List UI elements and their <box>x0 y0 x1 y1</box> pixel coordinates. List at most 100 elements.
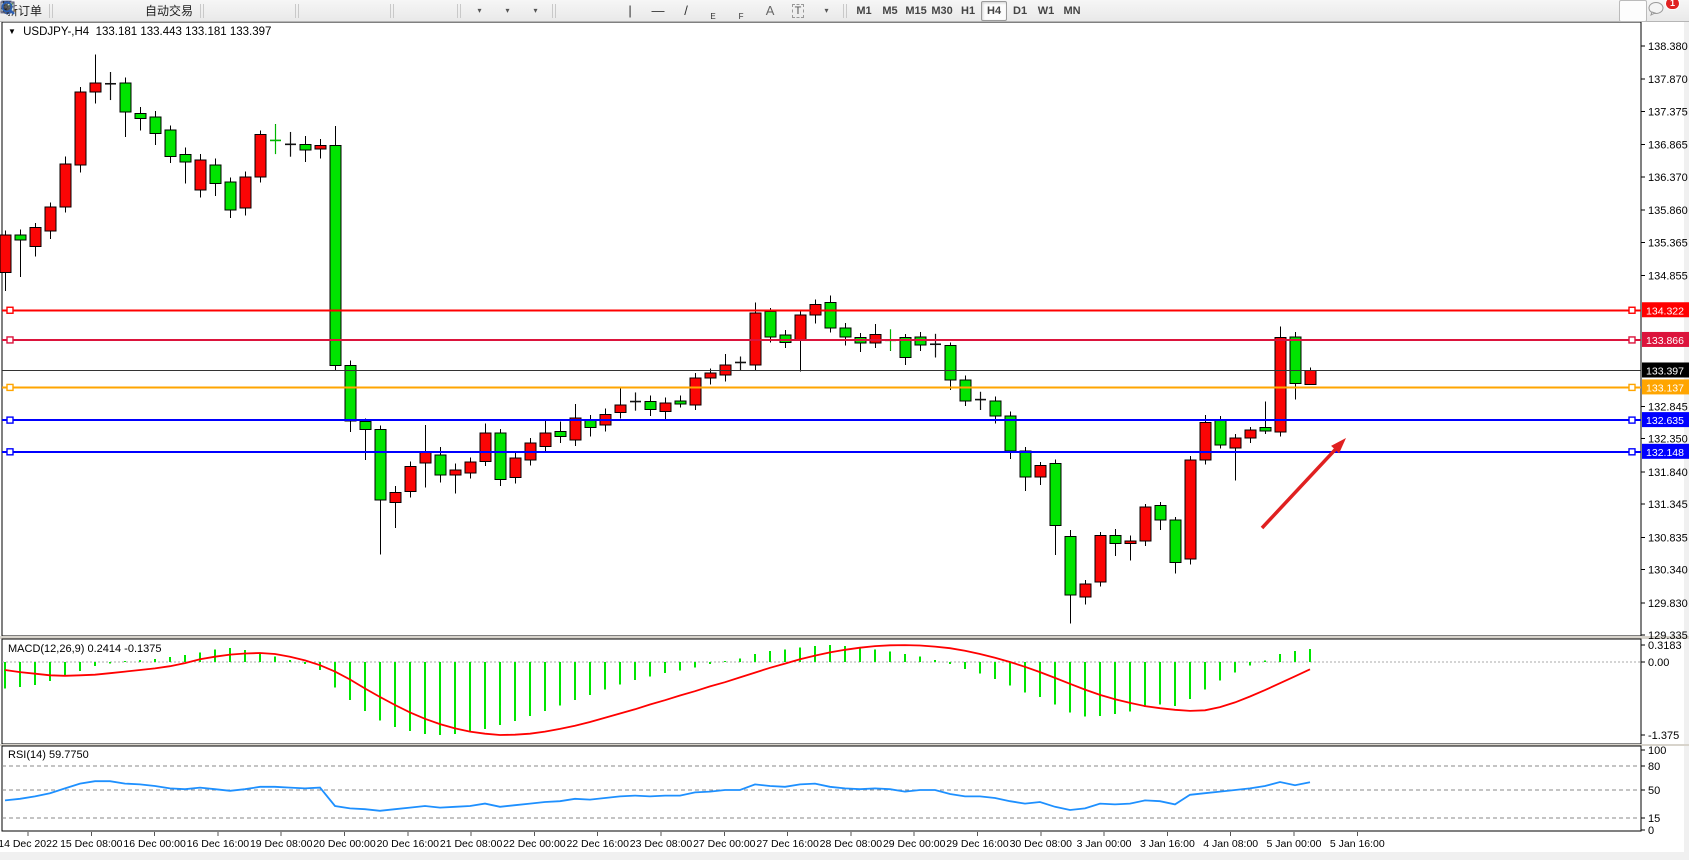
svg-text:3 Jan 00:00: 3 Jan 00:00 <box>1077 838 1132 850</box>
line-handle <box>1629 417 1635 423</box>
svg-text:29 Dec 00:00: 29 Dec 00:00 <box>883 838 946 850</box>
toolbar-grip <box>843 4 848 18</box>
dropdown-caret: ▾ <box>825 6 829 15</box>
fibonacci-tool-button[interactable]: F <box>728 0 756 22</box>
search-icon <box>0 0 16 16</box>
svg-text:138.380: 138.380 <box>1648 41 1688 53</box>
line-handle <box>7 384 13 390</box>
quotes-button[interactable] <box>57 0 85 22</box>
dropdown-caret: ▾ <box>506 6 510 15</box>
svg-text:-1.375: -1.375 <box>1648 730 1679 742</box>
tf-m1-button[interactable]: M1 <box>851 1 877 21</box>
collapse-triangle-icon[interactable]: ▼ <box>8 27 16 36</box>
rsi-name: RSI(14) <box>8 749 46 761</box>
toolbar-grip <box>200 4 205 18</box>
rsi-value: 59.7750 <box>49 749 89 761</box>
svg-text:133.137: 133.137 <box>1646 382 1684 394</box>
cursor-tool-button[interactable] <box>560 0 588 22</box>
toolbar: 新订单 自动交易 <box>0 0 1689 22</box>
notification-badge: 1 <box>1665 0 1680 10</box>
dropdown-caret: ▾ <box>534 6 538 15</box>
line-handle <box>1629 337 1635 343</box>
chat-button[interactable]: 1 <box>1647 0 1675 22</box>
tf-w1-button[interactable]: W1 <box>1033 1 1059 21</box>
tf-m5-button[interactable]: M5 <box>877 1 903 21</box>
tf-d1-button[interactable]: D1 <box>1007 1 1033 21</box>
svg-text:131.345: 131.345 <box>1648 499 1688 511</box>
line-chart-button[interactable] <box>264 0 292 22</box>
svg-text:22 Dec 16:00: 22 Dec 16:00 <box>566 838 629 850</box>
svg-text:5 Jan 16:00: 5 Jan 16:00 <box>1330 838 1385 850</box>
channel-letter: E <box>710 12 715 21</box>
svg-text:130.835: 130.835 <box>1648 532 1688 544</box>
signals-button[interactable] <box>113 0 141 22</box>
symbol-title: USDJPY-,H4 <box>23 26 89 38</box>
zoom-out-button[interactable] <box>331 0 359 22</box>
text-tool-button[interactable]: A <box>756 0 784 22</box>
tile-windows-button[interactable] <box>359 0 387 22</box>
tf-h1-button[interactable]: H1 <box>955 1 981 21</box>
toolbar-grip <box>295 4 300 18</box>
vline-tool-button[interactable]: | <box>616 0 644 22</box>
crosshair-tool-button[interactable] <box>588 0 616 22</box>
chart-shift-button[interactable] <box>426 0 454 22</box>
line-handle <box>7 449 13 455</box>
svg-text:15 Dec 08:00: 15 Dec 08:00 <box>60 838 123 850</box>
svg-text:4 Jan 08:00: 4 Jan 08:00 <box>1203 838 1258 850</box>
indicators-button[interactable]: ▾ <box>465 0 493 22</box>
hline-icon: — <box>652 3 665 18</box>
channel-tool-button[interactable]: E <box>700 0 728 22</box>
periods-button[interactable]: ▾ <box>493 0 521 22</box>
templates-button[interactable]: ▾ <box>521 0 549 22</box>
candle-chart-button[interactable] <box>236 0 264 22</box>
svg-text:21 Dec 08:00: 21 Dec 08:00 <box>440 838 503 850</box>
line-handle <box>7 417 13 423</box>
line-handle <box>1629 384 1635 390</box>
vline-icon: | <box>628 3 631 18</box>
svg-text:3 Jan 16:00: 3 Jan 16:00 <box>1140 838 1195 850</box>
auto-trading-button[interactable]: 自动交易 <box>141 0 197 22</box>
market-watch-button[interactable] <box>85 0 113 22</box>
panels-layer <box>0 22 1689 860</box>
text-label-icon: T <box>792 4 805 18</box>
trendline-tool-button[interactable]: / <box>672 0 700 22</box>
text-tool-icon: A <box>766 3 775 18</box>
tf-mn-button[interactable]: MN <box>1059 1 1085 21</box>
bar-chart-button[interactable] <box>208 0 236 22</box>
svg-text:133.397: 133.397 <box>1646 365 1684 377</box>
fibo-letter: F <box>739 12 744 21</box>
line-handle <box>7 307 13 313</box>
tf-m30-button[interactable]: M30 <box>929 1 955 21</box>
svg-text:5 Jan 00:00: 5 Jan 00:00 <box>1267 838 1322 850</box>
svg-text:131.840: 131.840 <box>1648 467 1688 479</box>
svg-text:129.830: 129.830 <box>1648 598 1688 610</box>
svg-text:16 Dec 16:00: 16 Dec 16:00 <box>187 838 250 850</box>
svg-text:23 Dec 08:00: 23 Dec 08:00 <box>630 838 693 850</box>
svg-text:132.845: 132.845 <box>1648 401 1688 413</box>
svg-text:29 Dec 16:00: 29 Dec 16:00 <box>946 838 1009 850</box>
auto-scroll-button[interactable] <box>398 0 426 22</box>
svg-text:135.860: 135.860 <box>1648 205 1688 217</box>
svg-text:137.870: 137.870 <box>1648 74 1688 86</box>
svg-text:136.370: 136.370 <box>1648 172 1688 184</box>
zoom-in-button[interactable] <box>303 0 331 22</box>
tf-m15-button[interactable]: M15 <box>903 1 929 21</box>
toolbar-grip <box>552 4 557 18</box>
svg-text:0: 0 <box>1648 825 1654 837</box>
auto-trading-label: 自动交易 <box>145 2 193 19</box>
svg-text:137.375: 137.375 <box>1648 106 1688 118</box>
svg-text:132.148: 132.148 <box>1646 447 1684 459</box>
chart-canvas[interactable]: 138.380137.870137.375136.865136.370135.8… <box>0 0 1689 860</box>
arrows-tool-button[interactable]: ▾ <box>812 0 840 22</box>
svg-text:134.322: 134.322 <box>1646 305 1684 317</box>
mt4-window: 新订单 自动交易 <box>0 0 1689 860</box>
svg-text:22 Dec 00:00: 22 Dec 00:00 <box>503 838 566 850</box>
chart-title-bar: ▼ USDJPY-,H4 133.181 133.443 133.181 133… <box>8 26 271 38</box>
hline-tool-button[interactable]: — <box>644 0 672 22</box>
tf-h4-button[interactable]: H4 <box>981 1 1007 21</box>
text-label-tool-button[interactable]: T <box>784 0 812 22</box>
svg-text:15: 15 <box>1648 813 1660 825</box>
macd-label: MACD(12,26,9) 0.2414 -0.1375 <box>8 643 162 655</box>
svg-text:20 Dec 16:00: 20 Dec 16:00 <box>377 838 440 850</box>
search-button[interactable] <box>1619 0 1647 22</box>
